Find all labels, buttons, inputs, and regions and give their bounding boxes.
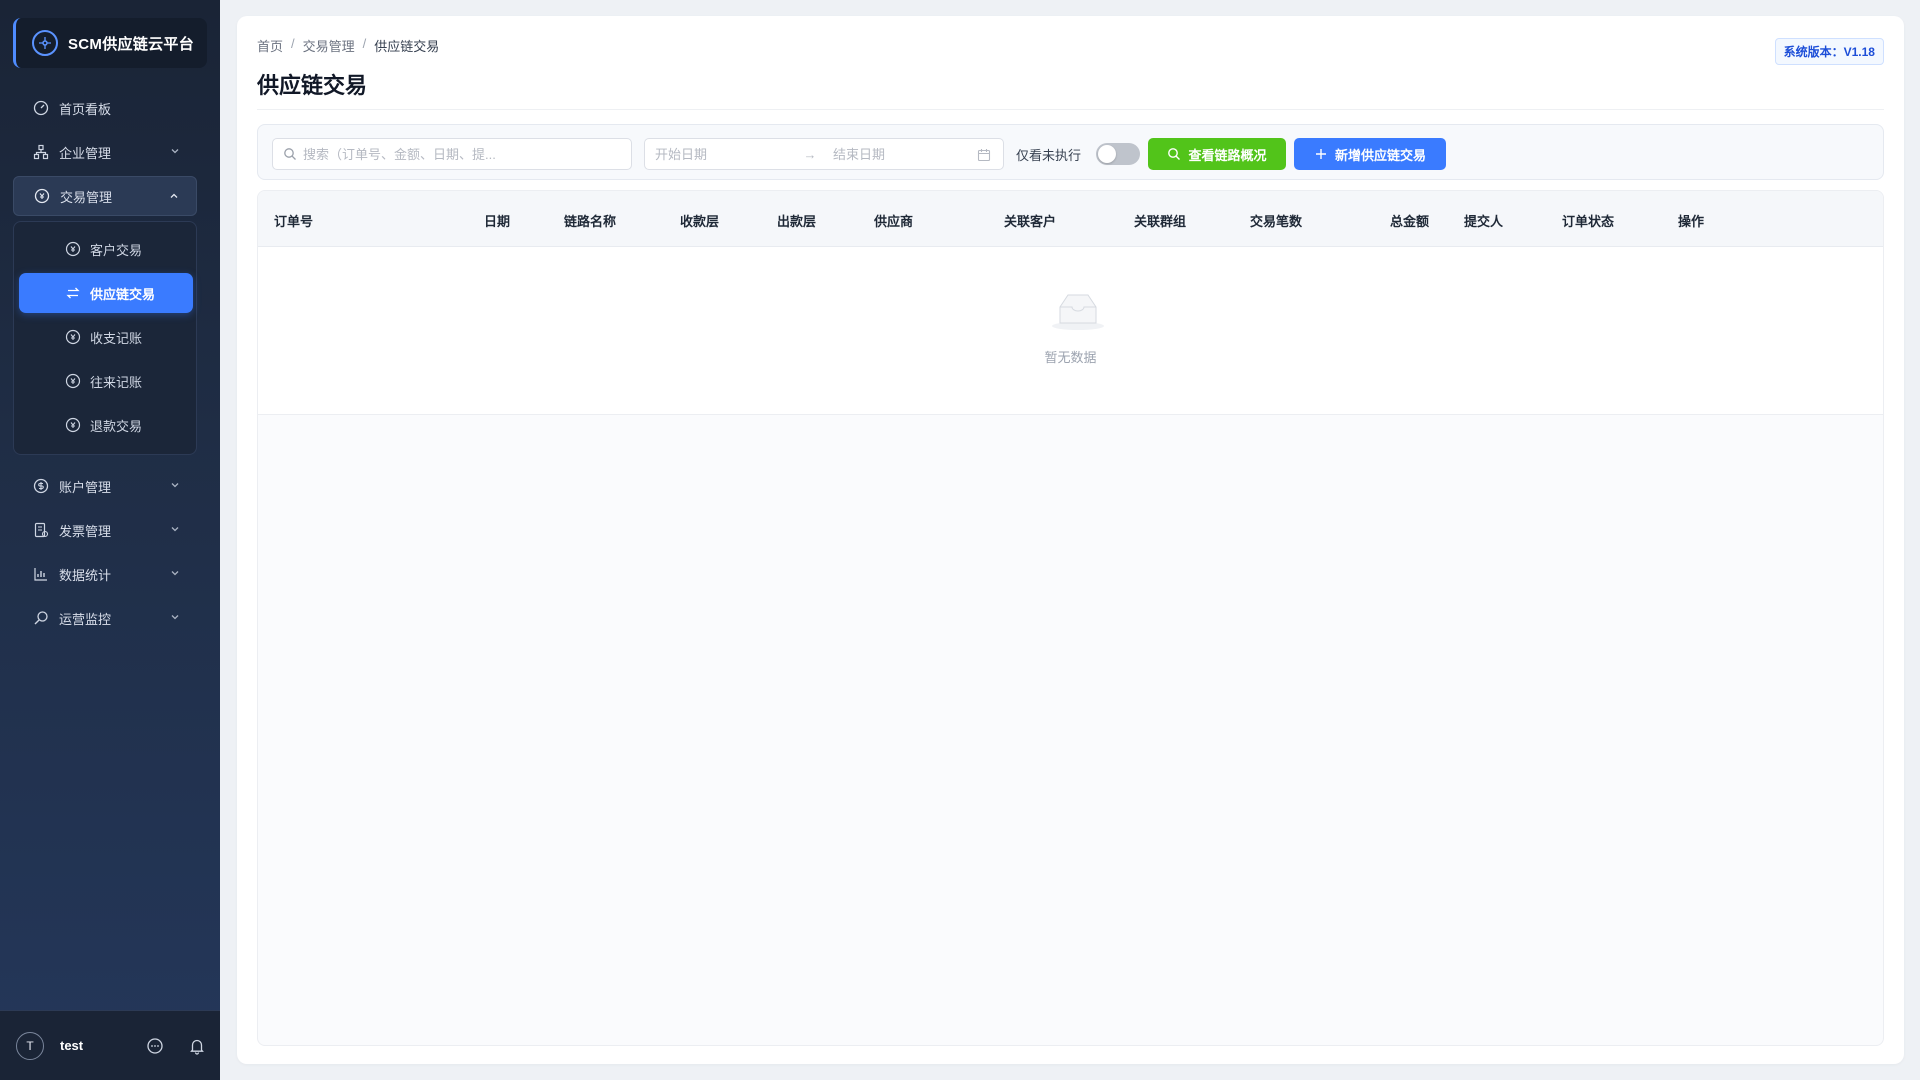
username: test <box>60 1038 84 1053</box>
column-header: 链路名称 <box>564 214 617 229</box>
column-header: 操作 <box>1678 214 1705 229</box>
dollar-circle-icon <box>33 478 49 494</box>
nav-label-monitoring: 运营监控 <box>59 611 112 627</box>
end-date-input[interactable] <box>833 146 973 162</box>
column-header: 关联客户 <box>1004 214 1057 229</box>
main-panel: 首页 / 交易管理 / 供应链交易 供应链交易 系统版本：V1.18 → 仅看未… <box>237 16 1904 1064</box>
user-bar: T test <box>0 1010 220 1080</box>
nav-item-invoices[interactable]: 发票管理 <box>13 510 197 550</box>
sub-label-receivables: 往来记账 <box>90 374 143 390</box>
start-date-input[interactable] <box>655 146 795 162</box>
nav-label-enterprise: 企业管理 <box>59 145 112 161</box>
column-header: 收款层 <box>680 214 720 229</box>
search-input[interactable] <box>303 146 623 162</box>
toggle-knob <box>1098 145 1116 163</box>
date-range-picker[interactable]: → <box>644 138 1004 170</box>
sub-label-income-expense: 收支记账 <box>90 330 143 346</box>
page-title: 供应链交易 <box>257 73 368 98</box>
nav-item-accounts[interactable]: 账户管理 <box>13 466 197 506</box>
only-pending-toggle[interactable] <box>1096 143 1140 165</box>
currency-cycle-icon <box>65 417 81 433</box>
nav-item-statistics[interactable]: 数据统计 <box>13 554 197 594</box>
table-header: 订单号 日期 链路名称 收款层 出款层 供应商 关联客户 关联群组 交易笔数 总… <box>258 191 1883 247</box>
avatar[interactable]: T <box>16 1031 44 1060</box>
transactions-submenu: 客户交易 供应链交易 收支记账 往来记账 退款交易 <box>13 221 197 455</box>
sidebar: SCM供应链云平台 首页看板 企业管理 交易管理 客户交易 供应链交易 收支记账… <box>0 0 220 1080</box>
search-icon <box>284 148 296 160</box>
add-supply-chain-trade-label: 新增供应链交易 <box>1334 147 1426 163</box>
column-header: 订单状态 <box>1562 214 1615 229</box>
chevron-down-icon <box>171 149 179 154</box>
only-pending-label: 仅看未执行 <box>1016 148 1082 163</box>
search-icon <box>1168 148 1181 160</box>
nav-label-dashboard: 首页看板 <box>59 101 112 117</box>
currency-cycle-icon <box>65 329 81 345</box>
title-divider <box>257 109 1884 110</box>
currency-cycle-icon <box>65 241 81 257</box>
column-header: 日期 <box>484 214 511 229</box>
nav-label-statistics: 数据统计 <box>59 567 112 583</box>
chevron-down-icon <box>171 483 179 488</box>
nav-label-invoices: 发票管理 <box>59 523 112 539</box>
date-range-arrow-icon: → <box>803 146 817 162</box>
column-header: 关联群组 <box>1134 214 1187 229</box>
column-header: 交易笔数 <box>1250 214 1303 229</box>
breadcrumb-section[interactable]: 交易管理 <box>303 36 355 55</box>
chevron-down-icon <box>171 571 179 576</box>
bar-chart-icon <box>33 566 49 582</box>
empty-text: 暂无数据 <box>1044 350 1097 365</box>
column-header: 供应商 <box>874 214 914 229</box>
search-magnifier-icon <box>33 610 49 626</box>
search-box[interactable] <box>272 138 632 170</box>
invoice-document-icon <box>33 522 49 538</box>
empty-inbox-icon <box>1052 294 1104 330</box>
column-header: 出款层 <box>777 214 817 229</box>
breadcrumb-current: 供应链交易 <box>374 39 440 54</box>
view-chain-overview-label: 查看链路概况 <box>1188 147 1267 163</box>
sub-item-income-expense[interactable]: 收支记账 <box>19 317 193 357</box>
sub-label-customer: 客户交易 <box>90 242 143 258</box>
currency-exchange-icon <box>34 188 50 204</box>
nav-label-transactions: 交易管理 <box>60 189 113 205</box>
bell-icon[interactable] <box>188 1037 206 1055</box>
brand-logo-area[interactable]: SCM供应链云平台 <box>13 18 207 68</box>
supply-chain-table: 订单号 日期 链路名称 收款层 出款层 供应商 关联客户 关联群组 交易笔数 总… <box>257 190 1884 1046</box>
filter-toolbar: → 仅看未执行 查看链路概况 新增供应链交易 <box>257 124 1884 180</box>
chat-bubble-icon[interactable] <box>146 1037 164 1055</box>
currency-cycle-icon <box>65 373 81 389</box>
chevron-down-icon <box>171 615 179 620</box>
org-chart-icon <box>33 144 49 160</box>
sub-item-receivables[interactable]: 往来记账 <box>19 361 193 401</box>
swap-arrows-icon <box>65 285 81 301</box>
sub-label-supply-chain: 供应链交易 <box>90 286 156 302</box>
column-header: 提交人 <box>1464 214 1504 229</box>
chevron-down-icon <box>171 527 179 532</box>
column-header: 订单号 <box>274 214 314 229</box>
sub-item-customer-trade[interactable]: 客户交易 <box>19 229 193 269</box>
view-chain-overview-button[interactable]: 查看链路概况 <box>1148 138 1286 170</box>
sub-item-supply-chain-trade[interactable]: 供应链交易 <box>19 273 193 313</box>
version-badge: 系统版本：V1.18 <box>1774 38 1884 65</box>
breadcrumb-separator: / <box>362 36 367 51</box>
nav-item-dashboard[interactable]: 首页看板 <box>13 88 197 128</box>
nav-label-accounts: 账户管理 <box>59 479 112 495</box>
nav-item-transactions[interactable]: 交易管理 <box>13 176 197 216</box>
breadcrumb-home[interactable]: 首页 <box>257 36 283 55</box>
plus-icon <box>1315 149 1326 159</box>
breadcrumb: 首页 / 交易管理 / 供应链交易 <box>257 36 439 55</box>
dashboard-gauge-icon <box>33 100 49 116</box>
nav-item-monitoring[interactable]: 运营监控 <box>13 598 197 638</box>
chevron-up-icon <box>170 193 178 198</box>
calendar-icon[interactable] <box>977 148 991 162</box>
brand-title: SCM供应链云平台 <box>68 35 195 53</box>
breadcrumb-separator: / <box>291 36 295 51</box>
nav-item-enterprise[interactable]: 企业管理 <box>13 132 197 172</box>
network-logo-icon <box>32 30 58 56</box>
sub-item-refund[interactable]: 退款交易 <box>19 405 193 445</box>
column-header: 总金额 <box>1390 214 1430 229</box>
empty-state: 暂无数据 <box>258 247 1883 415</box>
add-supply-chain-trade-button[interactable]: 新增供应链交易 <box>1294 138 1446 170</box>
sub-label-refund: 退款交易 <box>90 418 143 434</box>
